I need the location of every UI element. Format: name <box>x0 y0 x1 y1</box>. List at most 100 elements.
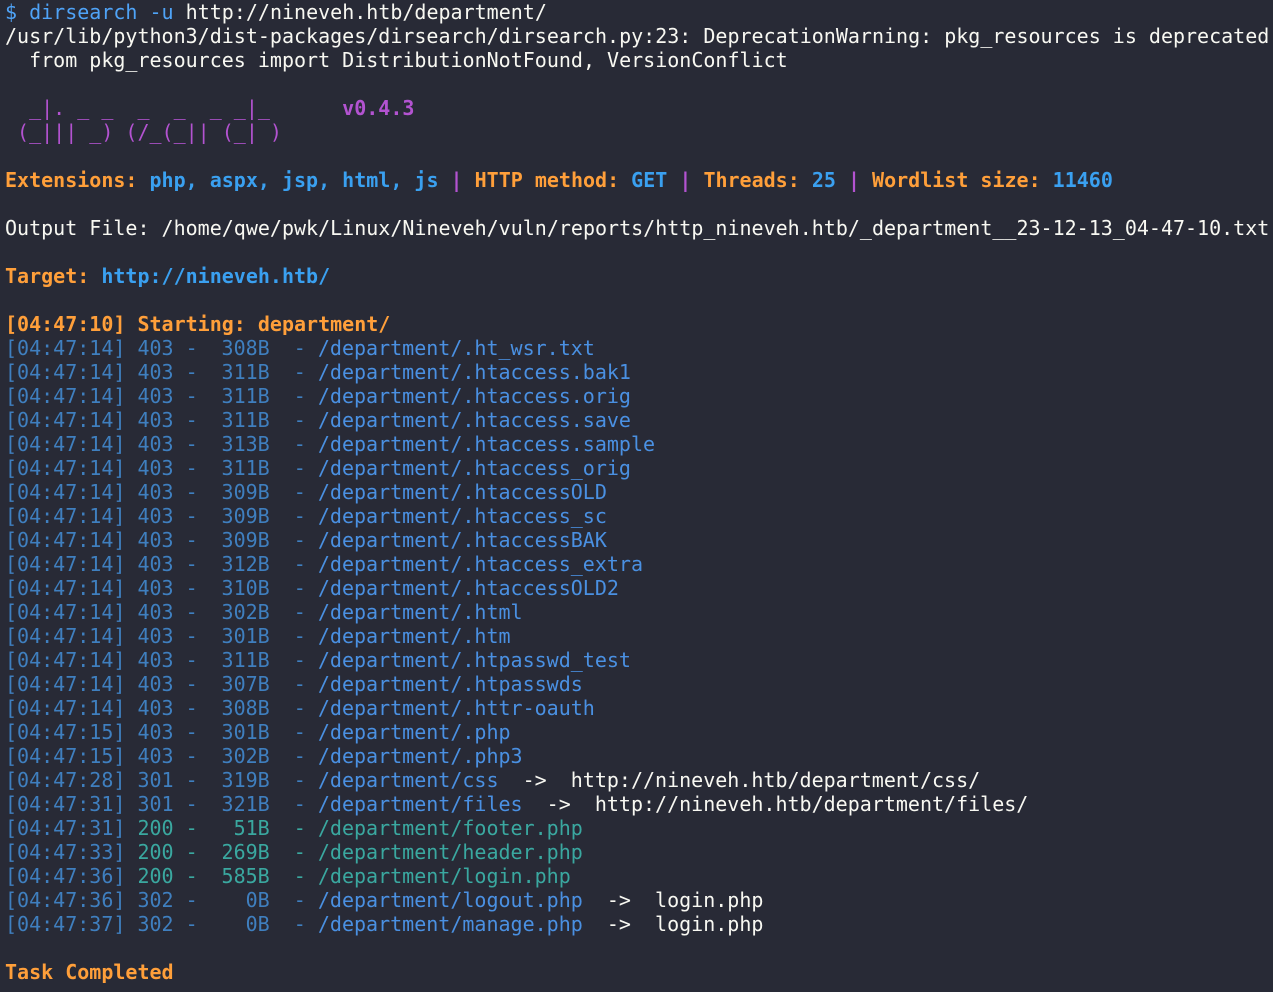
result-path: /department/.html <box>317 600 523 624</box>
result-path: /department/.htaccess_extra <box>317 552 643 576</box>
result-size: 51B <box>233 816 270 840</box>
result-row: [04:47:36] 200 - 585B - /department/logi… <box>5 864 571 888</box>
warning-line-1: /usr/lib/python3/dist-packages/dirsearch… <box>5 24 1270 48</box>
result-size: 585B <box>221 864 270 888</box>
wordlist-label: Wordlist size: <box>872 168 1041 192</box>
result-time: [04:47:14] <box>5 336 126 360</box>
result-path: /department/.php3 <box>317 744 523 768</box>
result-row: [04:47:14] 403 - 311B - /department/.hta… <box>5 360 631 384</box>
result-path: /department/.ht_wsr.txt <box>317 336 595 360</box>
result-path: /department/.htaccess_sc <box>317 504 607 528</box>
result-size: 308B <box>221 336 270 360</box>
result-time: [04:47:15] <box>5 744 126 768</box>
result-path: /department/.htaccessOLD <box>317 480 607 504</box>
result-time: [04:47:14] <box>5 408 126 432</box>
result-status-code: 403 <box>137 576 174 600</box>
wordlist-value: 11460 <box>1052 168 1113 192</box>
starting-time: [04:47:10] <box>5 312 126 336</box>
result-status-code: 403 <box>137 432 174 456</box>
result-status-code: 301 <box>137 792 174 816</box>
result-row: [04:47:14] 403 - 311B - /department/.htp… <box>5 648 631 672</box>
config-line: Extensions: php, aspx, jsp, html, js | H… <box>5 168 1273 192</box>
result-size: 309B <box>221 480 270 504</box>
result-row: [04:47:14] 403 - 311B - /department/.hta… <box>5 456 631 480</box>
result-time: [04:47:14] <box>5 696 126 720</box>
result-size: 311B <box>221 384 270 408</box>
result-size: 307B <box>221 672 270 696</box>
result-status-code: 403 <box>137 720 174 744</box>
result-status-code: 403 <box>137 504 174 528</box>
result-status-code: 403 <box>137 696 174 720</box>
output-file-line: Output File: /home/qwe/pwk/Linux/Nineveh… <box>5 216 1270 240</box>
result-row: [04:47:14] 403 - 313B - /department/.hta… <box>5 432 656 456</box>
result-path: /department/.htaccess.bak1 <box>317 360 631 384</box>
result-time: [04:47:14] <box>5 384 126 408</box>
result-time: [04:47:31] <box>5 792 126 816</box>
result-path: /department/files <box>317 792 523 816</box>
result-time: [04:47:14] <box>5 576 126 600</box>
result-time: [04:47:14] <box>5 672 126 696</box>
result-path: /department/header.php <box>317 840 583 864</box>
banner-version: v0.4.3 <box>342 96 415 120</box>
result-status-code: 403 <box>137 360 174 384</box>
result-status-code: 403 <box>137 408 174 432</box>
starting-text: Starting: department/ <box>137 312 391 336</box>
task-completed-line: Task Completed <box>5 960 1273 984</box>
task-completed: Task Completed <box>5 960 174 984</box>
result-row: [04:47:37] 302 - 0B - /department/manage… <box>5 912 764 936</box>
target-url: http://nineveh.htb/ <box>101 264 331 288</box>
result-row: [04:47:14] 403 - 309B - /department/.hta… <box>5 504 607 528</box>
result-path: /department/.htaccess_orig <box>317 456 631 480</box>
result-time: [04:47:14] <box>5 360 126 384</box>
result-size: 319B <box>221 768 270 792</box>
method-label: HTTP method: <box>474 168 620 192</box>
result-status-code: 403 <box>137 672 174 696</box>
result-time: [04:47:14] <box>5 456 126 480</box>
result-row: [04:47:14] 403 - 310B - /department/.hta… <box>5 576 619 600</box>
result-size: 309B <box>221 528 270 552</box>
result-row: [04:47:15] 403 - 302B - /department/.php… <box>5 744 523 768</box>
result-row: [04:47:14] 403 - 309B - /department/.hta… <box>5 480 607 504</box>
result-row: [04:47:14] 403 - 311B - /department/.hta… <box>5 408 631 432</box>
target-line: Target: http://nineveh.htb/ <box>5 264 1273 288</box>
result-status-code: 403 <box>137 744 174 768</box>
prompt-symbol: $ <box>5 0 18 24</box>
extensions-value: php, aspx, jsp, html, js <box>149 168 439 192</box>
terminal-window[interactable]: $ dirsearch -u http://nineveh.htb/depart… <box>0 0 1273 992</box>
result-size: 302B <box>221 600 270 624</box>
result-time: [04:47:28] <box>5 768 126 792</box>
result-row: [04:47:31] 301 - 321B - /department/file… <box>5 792 1029 816</box>
result-status-code: 403 <box>137 552 174 576</box>
result-time: [04:47:14] <box>5 552 126 576</box>
result-path: /department/.htaccess.orig <box>317 384 631 408</box>
result-time: [04:47:14] <box>5 600 126 624</box>
result-row: [04:47:14] 403 - 309B - /department/.hta… <box>5 528 607 552</box>
config-separator: | <box>847 168 860 192</box>
result-status-code: 301 <box>137 768 174 792</box>
results-list: [04:47:14] 403 - 308B - /department/.ht_… <box>5 336 1273 936</box>
result-size: 269B <box>221 840 270 864</box>
config-separator: | <box>450 168 463 192</box>
result-size: 311B <box>221 408 270 432</box>
result-time: [04:47:14] <box>5 624 126 648</box>
result-redirect: http://nineveh.htb/department/css/ <box>570 768 981 792</box>
banner-ascii-bottom: (_||| _) (/_(_|| (_| ) <box>5 120 319 144</box>
command-flag: -u <box>149 0 174 24</box>
result-path: /department/logout.php <box>317 888 583 912</box>
result-time: [04:47:37] <box>5 912 126 936</box>
result-size: 313B <box>221 432 270 456</box>
result-path: /department/.php <box>317 720 511 744</box>
result-size: 308B <box>221 696 270 720</box>
result-path: /department/.htaccess.sample <box>317 432 656 456</box>
result-status-code: 403 <box>137 384 174 408</box>
warning-line-2: from pkg_resources import DistributionNo… <box>5 48 788 72</box>
result-status-code: 403 <box>137 648 174 672</box>
starting-line: [04:47:10] Starting: department/ <box>5 312 1273 336</box>
result-path: /department/footer.php <box>317 816 583 840</box>
result-row: [04:47:36] 302 - 0B - /department/logout… <box>5 888 764 912</box>
result-row: [04:47:28] 301 - 319B - /department/css … <box>5 768 981 792</box>
